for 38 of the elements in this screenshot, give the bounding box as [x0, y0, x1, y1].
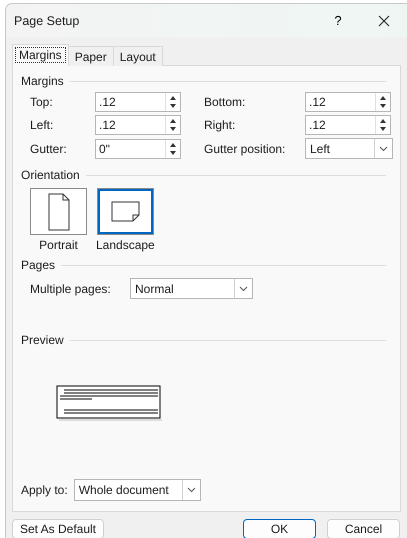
field-label: Apply to: — [21, 483, 68, 497]
spin-field[interactable]: .12 — [95, 115, 181, 135]
dropdown[interactable]: Whole document — [74, 479, 201, 501]
help-button[interactable]: ? — [315, 4, 361, 37]
section-heading: Preview — [21, 333, 64, 347]
field-label: Right: — [204, 118, 236, 132]
field-label: Left: — [30, 118, 54, 132]
orientation-button[interactable] — [96, 188, 154, 235]
orientation-button[interactable] — [30, 188, 87, 235]
field-label: Bottom: — [204, 95, 246, 109]
field-label: Gutter position: — [204, 142, 286, 156]
chevron-down-icon[interactable] — [239, 286, 248, 292]
tab[interactable]: Paper — [68, 46, 114, 66]
tab[interactable]: Layout — [112, 46, 163, 66]
spin-field[interactable]: 0" — [95, 138, 181, 158]
tab[interactable]: Margins — [12, 44, 69, 66]
chevron-down-icon[interactable] — [379, 146, 388, 152]
dropdown[interactable]: Normal — [130, 278, 253, 299]
spin-field[interactable]: .12 — [305, 92, 391, 112]
section-heading: Margins — [21, 74, 64, 88]
orientation-label: Portrait — [39, 238, 78, 252]
dialog-button[interactable]: Cancel — [327, 519, 400, 538]
landscape-page-icon — [110, 201, 140, 222]
section-heading: Orientation — [21, 168, 80, 182]
field-label: Multiple pages: — [30, 282, 112, 296]
dialog-button[interactable]: Set As Default — [12, 519, 104, 538]
close-icon[interactable] — [378, 14, 390, 26]
orientation-label: Landscape — [96, 238, 155, 252]
window-title: Page Setup — [14, 14, 80, 28]
chevron-down-icon[interactable] — [186, 487, 196, 493]
dialog-button[interactable]: OK — [243, 519, 316, 538]
field-label: Top: — [30, 95, 54, 109]
portrait-page-icon — [48, 192, 70, 230]
spin-field[interactable]: .12 — [305, 115, 391, 135]
spin-field[interactable]: .12 — [95, 92, 181, 112]
section-heading: Pages — [21, 258, 56, 272]
field-label: Gutter: — [30, 142, 68, 156]
dropdown[interactable]: Left — [305, 138, 393, 159]
